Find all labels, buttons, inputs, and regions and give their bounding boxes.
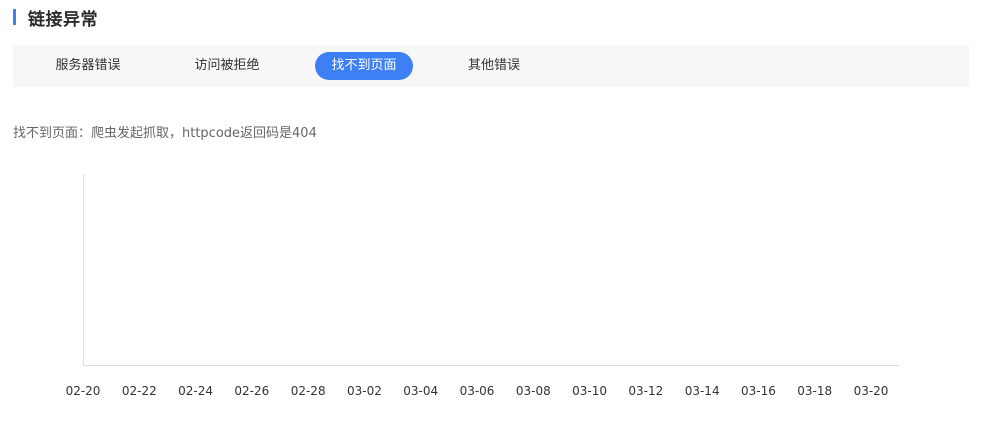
x-tick-label: 03-06 xyxy=(460,384,495,398)
x-tick-label: 03-10 xyxy=(572,384,607,398)
x-tick-label: 03-18 xyxy=(797,384,832,398)
section-title: 链接异常 xyxy=(28,9,98,30)
tab-server-error[interactable]: 服务器错误 xyxy=(36,52,140,80)
x-tick-label: 02-22 xyxy=(122,384,157,398)
tab-other-error[interactable]: 其他错误 xyxy=(453,52,535,80)
tab-bar: 服务器错误 访问被拒绝 找不到页面 其他错误 xyxy=(13,45,969,87)
description-text: 找不到页面：爬虫发起抓取，httpcode返回码是404 xyxy=(13,126,317,141)
x-tick-label: 02-26 xyxy=(234,384,269,398)
section-header: 链接异常 xyxy=(13,7,98,30)
x-tick-label: 02-20 xyxy=(66,384,101,398)
section-accent-bar xyxy=(13,9,16,25)
x-tick-label: 02-24 xyxy=(178,384,213,398)
x-tick-labels: 02-20 02-22 02-24 02-26 02-28 03-02 03-04 03-06… xyxy=(66,384,889,398)
x-tick-label: 03-04 xyxy=(403,384,438,398)
x-tick-label: 03-14 xyxy=(685,384,720,398)
x-tick-label: 02-28 xyxy=(291,384,326,398)
x-tick-label: 03-02 xyxy=(347,384,382,398)
tab-page-not-found[interactable]: 找不到页面 xyxy=(315,52,413,80)
tab-access-denied[interactable]: 访问被拒绝 xyxy=(175,52,279,80)
x-tick-label: 03-12 xyxy=(628,384,663,398)
x-tick-label: 03-16 xyxy=(741,384,776,398)
x-tick-label: 03-20 xyxy=(854,384,889,398)
x-tick-label: 03-08 xyxy=(516,384,551,398)
line-chart: 02-20 02-22 02-24 02-26 02-28 03-02 03-04 03-06… xyxy=(66,174,899,398)
